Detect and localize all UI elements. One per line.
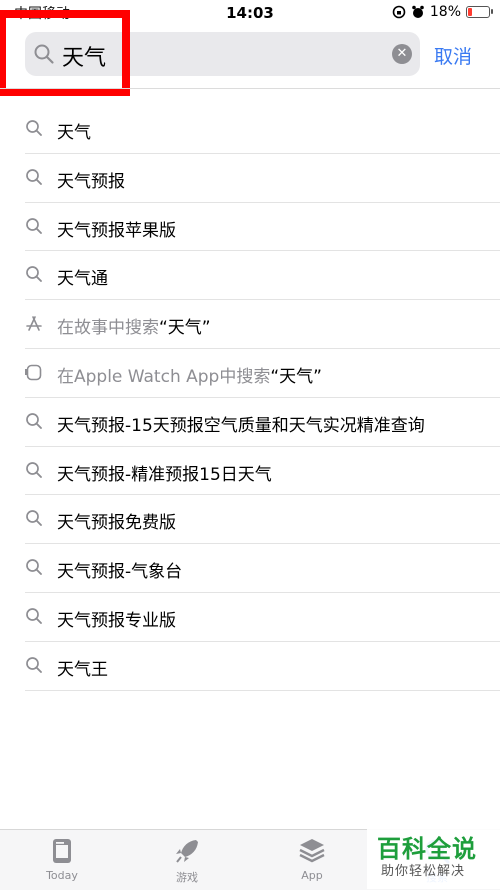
rocket-icon [137, 836, 237, 866]
suggestion-item[interactable]: 天气预报免费版 [0, 495, 500, 544]
search-icon [25, 461, 43, 479]
search-icon [25, 119, 43, 137]
suggestion-item[interactable]: 天气预报-15天预报空气质量和天气实况精准查询 [0, 398, 500, 447]
suggestion-item[interactable]: 天气 [0, 105, 500, 154]
suggestion-query: “天气” [270, 366, 322, 387]
suggestion-label: 天气通 [57, 269, 108, 290]
search-icon [25, 558, 43, 576]
apple-watch-icon [25, 363, 43, 381]
rotation-lock-icon [392, 5, 406, 19]
suggestion-label: 天气预报免费版 [57, 513, 176, 534]
tab-apps[interactable]: App [262, 836, 362, 882]
suggestion-item[interactable]: 天气预报-精准预报15日天气 [0, 447, 500, 496]
search-icon [25, 509, 43, 527]
alarm-icon [412, 5, 424, 18]
suggestion-label: 天气预报-气象台 [57, 562, 183, 583]
suggestion-query: “天气” [159, 318, 211, 339]
suggestion-label: 天气 [57, 123, 91, 143]
layers-icon [262, 836, 362, 866]
suggestion-label: 天气预报 [57, 171, 125, 192]
suggestion-item[interactable]: 天气王 [0, 642, 500, 691]
search-icon [25, 412, 43, 430]
watermark-slogan: 助你轻松解决 [381, 864, 466, 879]
suggestion-item[interactable]: 天气预报 [0, 154, 500, 203]
suggestion-label: 天气预报-15天预报空气质量和天气实况精准查询 [57, 415, 425, 436]
battery-percent: 18% [429, 4, 461, 20]
search-icon [25, 168, 43, 186]
header-divider [0, 88, 500, 89]
search-icon [25, 656, 43, 674]
watermark: 百科全说 助你轻松解决 [367, 827, 500, 889]
suggestion-item[interactable]: 在Apple Watch App中搜索“天气” [0, 349, 500, 398]
suggestion-label: 天气预报苹果版 [57, 220, 176, 241]
suggestion-label: 在故事中搜索“天气” [57, 313, 211, 338]
suggestion-item[interactable]: 在故事中搜索“天气” [0, 300, 500, 349]
tab-games[interactable]: 游戏 [137, 836, 237, 885]
suggestion-item[interactable]: 天气预报苹果版 [0, 203, 500, 252]
tab-label: 游戏 [176, 871, 198, 884]
suggestion-prefix: 在故事中搜索 [57, 318, 159, 339]
tab-today[interactable]: Today [12, 836, 112, 882]
watermark-logo-text: 百科全说 [377, 835, 477, 863]
battery-icon [466, 6, 493, 18]
suggestion-list: 天气 天气预报 天气预报苹果版 天气通 在故事中搜索“天气” 在Apple Watch A… [0, 105, 500, 691]
status-indicators: 18% [392, 4, 493, 20]
search-icon [25, 265, 43, 283]
suggestion-label: 天气王 [57, 659, 108, 680]
suggestion-label: 天气预报专业版 [57, 610, 176, 631]
clear-search-button[interactable]: ✕ [392, 44, 412, 64]
suggestion-label: 天气预报-精准预报15日天气 [57, 464, 272, 485]
tab-label: Today [46, 869, 78, 882]
suggestion-label: 在Apple Watch App中搜索“天气” [57, 362, 322, 387]
cancel-button[interactable]: 取消 [434, 42, 472, 69]
search-icon [25, 607, 43, 625]
suggestion-item[interactable]: 天气预报-气象台 [0, 544, 500, 593]
suggestion-item[interactable]: 天气通 [0, 251, 500, 300]
today-icon [12, 836, 112, 866]
search-icon [25, 217, 43, 235]
tab-label: App [301, 869, 323, 882]
suggestion-item[interactable]: 天气预报专业版 [0, 593, 500, 642]
annotation-highlight-box [0, 10, 130, 96]
app-store-icon [25, 314, 43, 332]
suggestion-prefix: 在Apple Watch App中搜索 [57, 366, 271, 387]
